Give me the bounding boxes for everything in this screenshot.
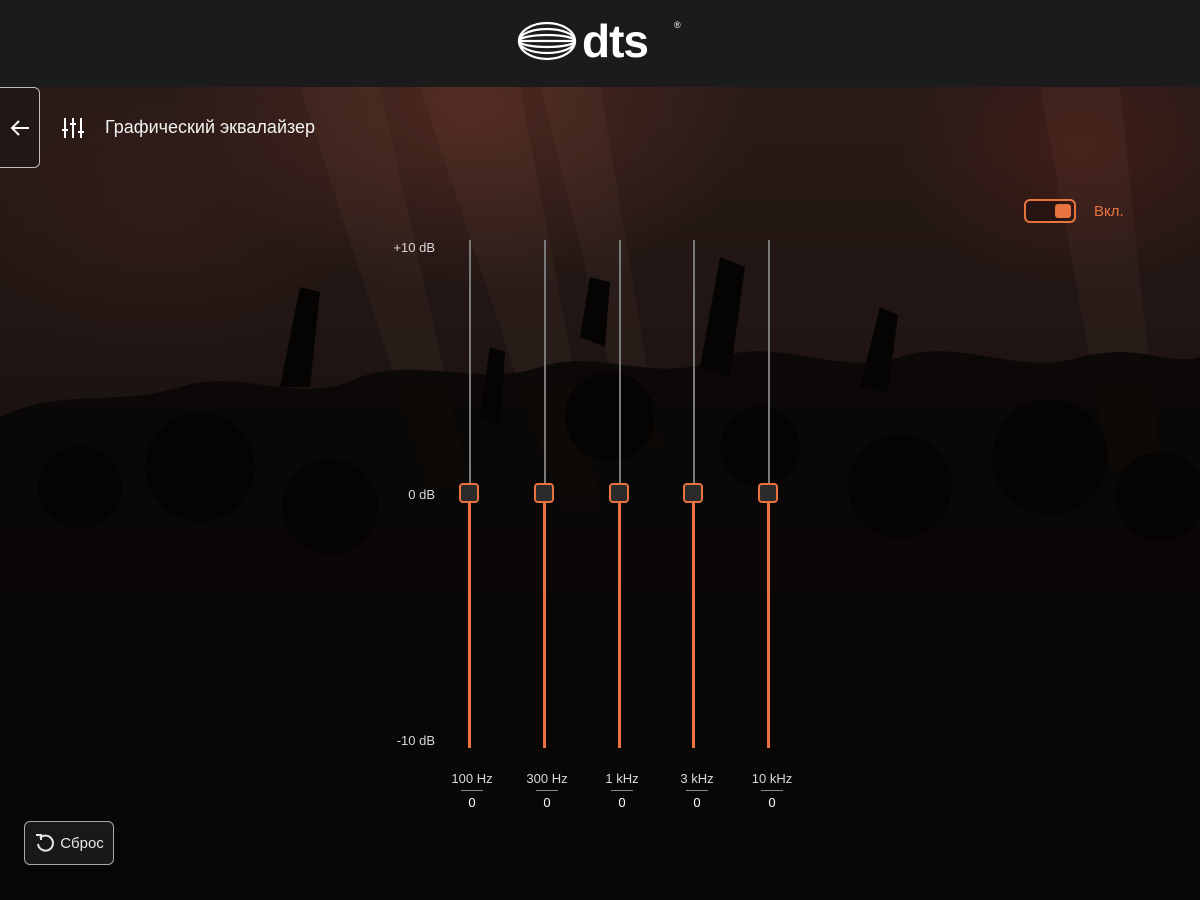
band-divider	[611, 790, 633, 791]
slider-thumb[interactable]	[758, 483, 778, 503]
band-divider	[761, 790, 783, 791]
dts-logo: dts ®	[516, 15, 686, 68]
back-button[interactable]	[0, 87, 40, 168]
band-value-field[interactable]: 0	[432, 795, 512, 810]
reset-label: Сброс	[60, 834, 104, 852]
db-scale-middle: 0 dB	[408, 487, 435, 502]
slider-track-lower[interactable]	[468, 494, 471, 748]
band-frequency-label: 3 kHz	[680, 771, 714, 786]
registered-mark: ®	[674, 20, 681, 30]
slider-track-upper[interactable]	[469, 240, 471, 494]
equalizer-toggle[interactable]	[1024, 199, 1076, 223]
slider-track-lower[interactable]	[618, 494, 621, 748]
band-divider	[461, 790, 483, 791]
db-scale-top: +10 dB	[393, 240, 435, 255]
app-header: dts ®	[0, 0, 1200, 88]
brand-name: dts	[582, 15, 649, 67]
toggle-label: Вкл.	[1094, 203, 1124, 220]
slider-track-upper[interactable]	[693, 240, 695, 494]
band-divider	[536, 790, 558, 791]
band-frequency-label: 100 Hz	[451, 771, 493, 786]
toggle-knob	[1055, 204, 1071, 218]
slider-track-upper[interactable]	[768, 240, 770, 494]
band-divider	[686, 790, 708, 791]
slider-thumb[interactable]	[534, 483, 554, 503]
band-value-field[interactable]: 0	[507, 795, 587, 810]
slider-track-lower[interactable]	[767, 494, 770, 748]
band-value-field[interactable]: 0	[732, 795, 812, 810]
equalizer-sliders-icon	[62, 118, 84, 138]
slider-thumb[interactable]	[459, 483, 479, 503]
reset-button[interactable]: Сброс	[24, 821, 114, 865]
band-value-field[interactable]: 0	[582, 795, 662, 810]
band-value-field[interactable]: 0	[657, 795, 737, 810]
db-scale-bottom: -10 dB	[396, 733, 435, 748]
dts-rings-logo-icon	[517, 21, 577, 61]
slider-track-lower[interactable]	[543, 494, 546, 748]
page-title: Графический эквалайзер	[105, 117, 316, 137]
band-frequency-label: 1 kHz	[605, 771, 639, 786]
slider-thumb[interactable]	[609, 483, 629, 503]
band-frequency-label: 300 Hz	[526, 771, 568, 786]
slider-track-upper[interactable]	[619, 240, 621, 494]
reset-icon	[36, 834, 55, 852]
slider-track-upper[interactable]	[544, 240, 546, 494]
arrow-left-icon	[10, 119, 29, 136]
slider-track-lower[interactable]	[692, 494, 695, 748]
band-frequency-label: 10 kHz	[751, 771, 793, 786]
slider-thumb[interactable]	[683, 483, 703, 503]
